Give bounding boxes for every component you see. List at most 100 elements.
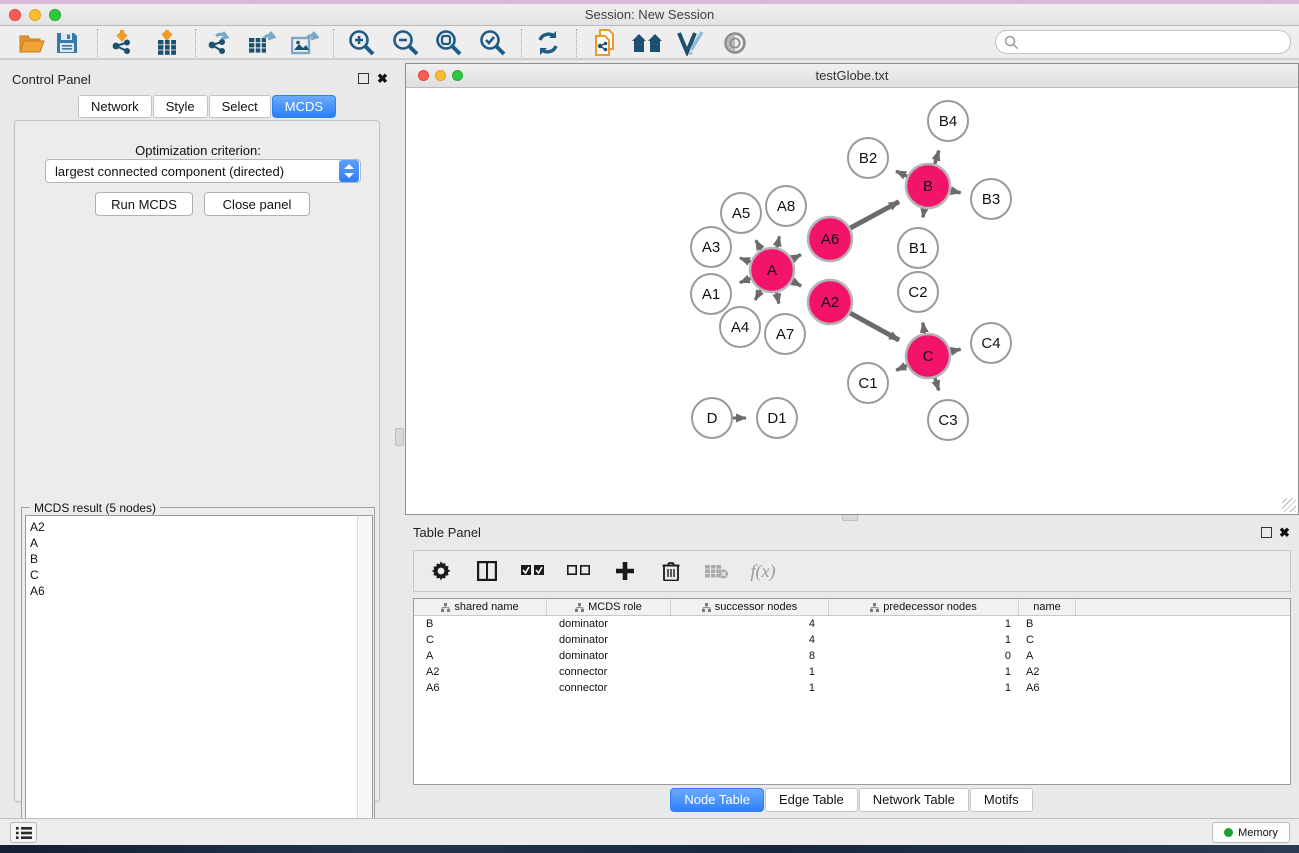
float-panel-icon[interactable]: [358, 73, 369, 84]
open-file-icon[interactable]: [15, 28, 49, 58]
eye-icon[interactable]: [718, 28, 752, 58]
show-hide-icon[interactable]: [673, 28, 707, 58]
edge-C-C2[interactable]: [923, 323, 925, 334]
zoom-selected-icon[interactable]: [475, 28, 509, 58]
cell[interactable]: dominator: [547, 632, 671, 648]
edge-A-A5[interactable]: [756, 240, 761, 250]
zoom-out-icon[interactable]: [388, 28, 422, 58]
cell[interactable]: B: [414, 616, 547, 632]
cell[interactable]: 1: [829, 680, 1019, 696]
tab-edge-table[interactable]: Edge Table: [765, 788, 858, 812]
cell[interactable]: 4: [671, 632, 829, 648]
cell[interactable]: A6: [1019, 680, 1076, 696]
minimize-window-button[interactable]: [29, 9, 41, 21]
cell[interactable]: A2: [1019, 664, 1076, 680]
cell[interactable]: A: [414, 648, 547, 664]
zoom-in-icon[interactable]: [344, 28, 378, 58]
cell[interactable]: 1: [829, 632, 1019, 648]
edge-B-B1[interactable]: [923, 209, 924, 218]
table-rows[interactable]: Bdominator41BCdominator41CAdominator80AA…: [414, 616, 1290, 696]
close-panel-icon[interactable]: ✖: [1279, 527, 1290, 538]
cell[interactable]: A: [1019, 648, 1076, 664]
column-header-predecessor-nodes[interactable]: predecessor nodes: [829, 599, 1019, 615]
network-window-titlebar[interactable]: testGlobe.txt: [406, 64, 1298, 88]
export-table-icon[interactable]: [245, 28, 279, 58]
table-row[interactable]: Adominator80A: [414, 648, 1290, 664]
table-settings-gear-icon[interactable]: [428, 558, 454, 584]
cell[interactable]: C: [1019, 632, 1076, 648]
tab-select[interactable]: Select: [209, 95, 271, 118]
cell[interactable]: 1: [829, 664, 1019, 680]
edge-A-A4[interactable]: [755, 290, 761, 300]
run-mcds-button[interactable]: Run MCDS: [95, 192, 193, 216]
edge-B-B3[interactable]: [951, 191, 961, 193]
table-row[interactable]: A6connector11A6: [414, 680, 1290, 696]
memory-button[interactable]: Memory: [1212, 822, 1290, 843]
close-window-button[interactable]: [9, 9, 21, 21]
column-header-successor-nodes[interactable]: successor nodes: [671, 599, 829, 615]
cell[interactable]: connector: [547, 664, 671, 680]
mcds-result-list[interactable]: A2ABCA6: [25, 515, 357, 843]
tab-network[interactable]: Network: [78, 95, 152, 118]
mcds-result-item[interactable]: A6: [30, 583, 357, 599]
deselect-all-rows-icon[interactable]: [566, 558, 592, 584]
table-row[interactable]: Bdominator41B: [414, 616, 1290, 632]
column-header-MCDS-role[interactable]: MCDS role: [547, 599, 671, 615]
mcds-result-item[interactable]: C: [30, 567, 357, 583]
maximize-network-button[interactable]: [452, 70, 463, 81]
mcds-list-scrollbar[interactable]: [357, 515, 373, 843]
edge-A-A1[interactable]: [740, 278, 751, 282]
cell[interactable]: connector: [547, 680, 671, 696]
edge-A2-C[interactable]: [850, 313, 899, 340]
task-history-button[interactable]: [10, 822, 37, 843]
tab-motifs[interactable]: Motifs: [970, 788, 1033, 812]
function-builder-button[interactable]: f(x): [750, 558, 776, 584]
criterion-dropdown[interactable]: largest connected component (directed): [45, 159, 361, 183]
edge-B-B4[interactable]: [935, 151, 939, 164]
column-header-name[interactable]: name: [1019, 599, 1076, 615]
refresh-icon[interactable]: [531, 28, 565, 58]
node-table[interactable]: shared nameMCDS rolesuccessor nodesprede…: [413, 598, 1291, 785]
delete-column-trash-icon[interactable]: [658, 558, 684, 584]
home-icon[interactable]: [630, 28, 664, 58]
minimize-network-button[interactable]: [435, 70, 446, 81]
table-row[interactable]: Cdominator41C: [414, 632, 1290, 648]
cell[interactable]: 8: [671, 648, 829, 664]
network-canvas[interactable]: AA1A2A3A4A5A6A7A8BB1B2B3B4CC1C2C3C4DD1: [406, 88, 1298, 514]
mcds-result-item[interactable]: B: [30, 551, 357, 567]
cell[interactable]: B: [1019, 616, 1076, 632]
close-network-button[interactable]: [418, 70, 429, 81]
vertical-splitter-handle[interactable]: [395, 428, 404, 446]
tab-mcds[interactable]: MCDS: [272, 95, 336, 118]
save-session-icon[interactable]: [50, 28, 84, 58]
mcds-result-item[interactable]: A2: [30, 519, 357, 535]
search-field[interactable]: [995, 30, 1291, 54]
column-header-shared-name[interactable]: shared name: [414, 599, 547, 615]
tab-network-table[interactable]: Network Table: [859, 788, 969, 812]
zoom-fit-icon[interactable]: [431, 28, 465, 58]
maximize-window-button[interactable]: [49, 9, 61, 21]
cell[interactable]: A6: [414, 680, 547, 696]
cell[interactable]: dominator: [547, 616, 671, 632]
cell[interactable]: 1: [829, 616, 1019, 632]
edge-A-A6[interactable]: [792, 255, 801, 260]
table-header-row[interactable]: shared nameMCDS rolesuccessor nodesprede…: [414, 599, 1290, 616]
add-column-icon[interactable]: [612, 558, 638, 584]
delete-table-icon[interactable]: [704, 558, 730, 584]
toggle-columns-icon[interactable]: [474, 558, 500, 584]
select-all-rows-icon[interactable]: [520, 558, 546, 584]
import-network-icon[interactable]: [105, 28, 139, 58]
import-table-icon[interactable]: [150, 28, 184, 58]
edge-A-A3[interactable]: [740, 258, 750, 262]
close-panel-button[interactable]: Close panel: [204, 192, 310, 216]
cell[interactable]: dominator: [547, 648, 671, 664]
table-row[interactable]: A2connector11A2: [414, 664, 1290, 680]
edge-A-A2[interactable]: [792, 281, 801, 286]
network-graph[interactable]: AA1A2A3A4A5A6A7A8BB1B2B3B4CC1C2C3C4DD1: [406, 88, 1298, 514]
edge-B-B2[interactable]: [896, 171, 907, 176]
cell[interactable]: 1: [671, 680, 829, 696]
edge-C-C1[interactable]: [896, 365, 907, 370]
cell[interactable]: 1: [671, 664, 829, 680]
tab-style[interactable]: Style: [153, 95, 208, 118]
cell[interactable]: A2: [414, 664, 547, 680]
